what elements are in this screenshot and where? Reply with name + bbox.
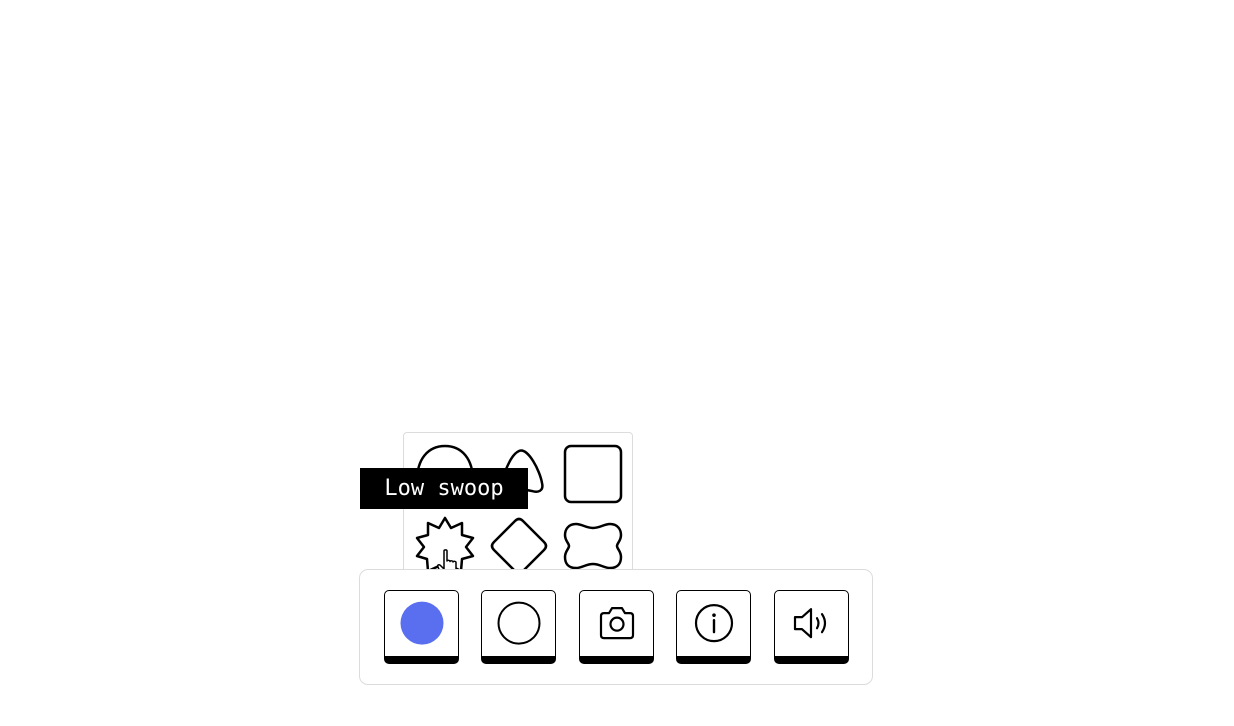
info-button[interactable] <box>676 590 751 664</box>
color-dot-icon <box>400 601 443 645</box>
camera-button[interactable] <box>579 590 654 664</box>
diamond-shape-option[interactable] <box>488 515 550 577</box>
color-button[interactable] <box>384 590 459 664</box>
shape-tooltip: Low swoop <box>360 468 528 509</box>
shape-button[interactable] <box>481 590 556 664</box>
rounded-diamond-shape-icon <box>490 517 548 575</box>
camera-icon <box>599 606 634 639</box>
sound-button[interactable] <box>774 590 849 664</box>
square-shape-option[interactable] <box>562 443 624 505</box>
circle-shape-icon <box>497 601 540 645</box>
pill-notch-shape-option[interactable] <box>562 515 624 577</box>
canvas-stage: Low swoop <box>0 0 1234 726</box>
info-icon <box>694 603 733 642</box>
bottom-toolbar <box>359 569 873 685</box>
pill-notch-shape-icon <box>563 522 623 570</box>
speaker-icon <box>793 607 826 638</box>
rounded-square-shape-icon <box>563 444 623 504</box>
